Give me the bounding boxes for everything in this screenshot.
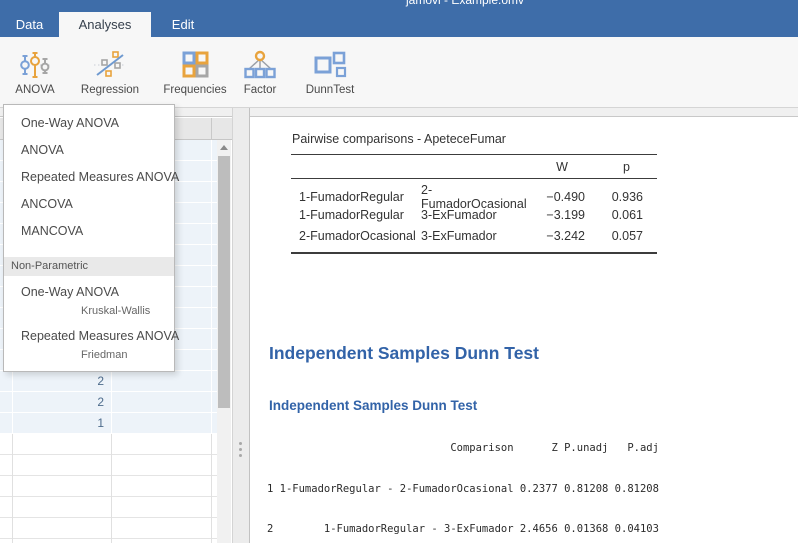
output-line: 1 1-FumadorRegular - 2-FumadorOcasional … xyxy=(267,483,659,497)
window-titlebar: jamovi - Example.omv xyxy=(0,0,798,12)
menu-item-rm-anova-friedman[interactable]: Repeated Measures ANOVA Friedman xyxy=(4,320,174,364)
menu-item-one-way-anova-kruskal-wallis[interactable]: One-Way ANOVA Kruskal-Wallis xyxy=(4,276,174,320)
menu-item-anova[interactable]: ANOVA xyxy=(4,137,174,164)
anova-dropdown-menu: One-Way ANOVA ANOVA Repeated Measures AN… xyxy=(3,104,175,372)
gridline xyxy=(12,434,13,543)
scrollbar-thumb[interactable] xyxy=(218,156,230,408)
menu-item-ancova[interactable]: ANCOVA xyxy=(4,191,174,218)
header-cell-w: W xyxy=(528,160,596,174)
dunn-test-subheading[interactable]: Independent Samples Dunn Test xyxy=(269,398,477,413)
table-header: W p xyxy=(291,154,657,179)
regression-icon xyxy=(94,49,126,81)
output-line: 2 1-FumadorRegular - 3-ExFumador 2.4656 … xyxy=(267,523,659,537)
cell: 0.936 xyxy=(596,190,657,204)
tab-bar: Data Analyses Edit xyxy=(0,12,798,37)
cell-value[interactable]: 2 xyxy=(12,371,104,392)
cell: −3.199 xyxy=(528,208,596,222)
menu-item-sublabel: Kruskal-Wallis xyxy=(21,304,174,318)
regression-button-label: Regression xyxy=(81,84,139,96)
cell: −3.242 xyxy=(528,229,596,243)
cell: −0.490 xyxy=(528,190,596,204)
tab-data[interactable]: Data xyxy=(0,12,59,37)
table-title: Pairwise comparisons - ApeteceFumar xyxy=(291,128,657,154)
scroll-up-icon xyxy=(220,145,228,150)
dunntest-icon xyxy=(313,49,347,81)
cell: 1-FumadorRegular xyxy=(291,208,416,222)
header-cell-p: p xyxy=(596,160,657,174)
table-body: 1-FumadorRegular 2-FumadorOcasional −0.4… xyxy=(291,179,657,254)
scroll-up-button[interactable] xyxy=(217,140,231,155)
table-row: 1-FumadorRegular 3-ExFumador −3.199 0.06… xyxy=(291,204,657,225)
results-panel: Pairwise comparisons - ApeteceFumar W p … xyxy=(250,118,798,543)
tab-analyses[interactable]: Analyses xyxy=(59,12,151,37)
gridline xyxy=(211,434,212,543)
sheet-vertical-scrollbar[interactable] xyxy=(217,140,231,543)
panel-splitter[interactable] xyxy=(232,108,250,543)
cell-value[interactable]: 2 xyxy=(12,392,104,413)
regression-button[interactable]: Regression xyxy=(78,41,142,103)
cell: 0.057 xyxy=(596,229,657,243)
frequencies-icon xyxy=(179,49,211,81)
menu-item-sublabel: Friedman xyxy=(21,348,174,362)
gridline xyxy=(111,434,112,543)
factor-icon xyxy=(244,49,276,81)
column-divider xyxy=(211,118,212,140)
cell: 2-FumadorOcasional xyxy=(291,229,416,243)
menu-item-label: One-Way ANOVA xyxy=(21,280,174,304)
dunntest-button-label: DunnTest xyxy=(306,84,355,96)
splitter-grip-icon xyxy=(239,442,242,457)
cell: 0.061 xyxy=(596,208,657,222)
menu-item-mancova[interactable]: MANCOVA xyxy=(4,218,174,245)
factor-button[interactable]: Factor xyxy=(236,41,284,103)
cell: 3-ExFumador xyxy=(416,208,528,222)
menu-item-one-way-anova[interactable]: One-Way ANOVA xyxy=(4,110,174,137)
anova-icon xyxy=(19,49,51,81)
cell: 3-ExFumador xyxy=(416,229,528,243)
cell-value[interactable]: 1 xyxy=(12,413,104,434)
frequencies-button-label: Frequencies xyxy=(163,84,226,96)
factor-button-label: Factor xyxy=(244,84,277,96)
tab-edit[interactable]: Edit xyxy=(151,12,215,37)
table-row: 1-FumadorRegular 2-FumadorOcasional −0.4… xyxy=(291,183,657,204)
dunn-test-heading[interactable]: Independent Samples Dunn Test xyxy=(269,343,539,364)
gridline xyxy=(211,140,212,434)
anova-button[interactable]: ANOVA xyxy=(8,41,62,103)
menu-item-label: Repeated Measures ANOVA xyxy=(21,324,174,348)
dunn-text-output[interactable]: Comparison Z P.unadj P.adj 1 1-FumadorRe… xyxy=(267,415,659,543)
analyses-ribbon: ANOVA Regression Frequencies xyxy=(0,37,798,108)
pairwise-comparisons-table[interactable]: Pairwise comparisons - ApeteceFumar W p … xyxy=(291,128,657,254)
output-line: Comparison Z P.unadj P.adj xyxy=(267,442,659,456)
anova-button-label: ANOVA xyxy=(15,84,54,96)
menu-item-repeated-measures-anova[interactable]: Repeated Measures ANOVA xyxy=(4,164,174,191)
dunntest-button[interactable]: DunnTest xyxy=(300,41,360,103)
table-row: 2-FumadorOcasional 3-ExFumador −3.242 0.… xyxy=(291,225,657,246)
frequencies-button[interactable]: Frequencies xyxy=(158,41,232,103)
menu-section-non-parametric: Non-Parametric xyxy=(4,257,174,276)
cell: 1-FumadorRegular xyxy=(291,190,416,204)
window-title: jamovi - Example.omv xyxy=(406,0,524,7)
